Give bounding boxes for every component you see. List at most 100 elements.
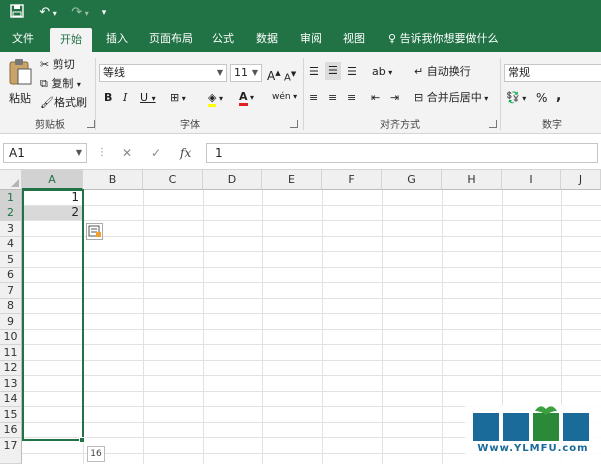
row-header-2[interactable]: 2 bbox=[0, 206, 22, 221]
column-header-i[interactable]: I bbox=[502, 170, 561, 190]
gridline bbox=[22, 251, 601, 252]
merge-center-button[interactable]: ⊟ 合并后居中 ▾ bbox=[414, 90, 488, 107]
paste-button[interactable]: 粘贴 bbox=[6, 58, 34, 110]
row-header-1[interactable]: 1 bbox=[0, 190, 22, 206]
orientation-button[interactable]: ab ▾ bbox=[372, 64, 392, 81]
number-format-combo[interactable]: 常规 bbox=[504, 64, 601, 82]
fill-color-button[interactable]: ◈ ▾ bbox=[208, 90, 223, 107]
tab-view[interactable]: 视图 bbox=[336, 26, 372, 52]
increase-indent-button[interactable]: ⇥ bbox=[390, 90, 399, 106]
column-header-b[interactable]: B bbox=[83, 170, 143, 190]
row-header-6[interactable]: 6 bbox=[0, 268, 22, 283]
column-header-d[interactable]: D bbox=[203, 170, 262, 190]
tab-data[interactable]: 数据 bbox=[248, 26, 286, 52]
copy-button[interactable]: ⧉ 复制 ▾ bbox=[40, 76, 81, 93]
row-header-16[interactable]: 16 bbox=[0, 423, 22, 438]
accounting-format-button[interactable]: 💱 ▾ bbox=[506, 90, 526, 107]
column-header-a[interactable]: A bbox=[22, 170, 83, 190]
fill-handle[interactable] bbox=[79, 437, 85, 443]
align-center-button[interactable]: ≡ bbox=[328, 90, 337, 106]
row-header-13[interactable]: 13 bbox=[0, 376, 22, 392]
shrink-font-button[interactable]: A▼ bbox=[284, 66, 296, 86]
chevron-down-icon: ▼ bbox=[216, 68, 223, 77]
column-header-g[interactable]: G bbox=[382, 170, 442, 190]
percent-button[interactable]: % bbox=[536, 90, 547, 106]
align-left-button[interactable]: ≡ bbox=[309, 90, 318, 106]
font-name-combo[interactable]: 等线 ▼ bbox=[99, 64, 227, 82]
phonetic-button[interactable]: wén ▾ bbox=[272, 89, 297, 105]
merge-icon: ⊟ bbox=[414, 91, 424, 104]
comma-button[interactable]: , bbox=[556, 88, 561, 104]
watermark-logo: Www.YLMFU.com bbox=[465, 405, 601, 464]
font-size-combo[interactable]: 11 ▼ bbox=[230, 64, 262, 82]
tab-file[interactable]: 文件 bbox=[4, 26, 42, 52]
align-right-button[interactable]: ≡ bbox=[347, 90, 356, 106]
align-middle-icon: ☰ bbox=[328, 64, 338, 77]
row-header-10[interactable]: 10 bbox=[0, 330, 22, 345]
enter-icon[interactable]: ✓ bbox=[151, 143, 161, 163]
grow-font-button[interactable]: A▲ bbox=[267, 65, 281, 84]
row-header-17[interactable]: 17 bbox=[0, 438, 22, 464]
currency-icon: 💱 bbox=[506, 91, 520, 104]
align-middle-button[interactable]: ☰ bbox=[325, 62, 341, 80]
row-header-9[interactable]: 9 bbox=[0, 314, 22, 330]
alignment-launcher-icon[interactable] bbox=[489, 120, 497, 128]
gridline bbox=[22, 375, 601, 376]
tab-formulas[interactable]: 公式 bbox=[206, 26, 240, 52]
autofill-options-icon[interactable] bbox=[86, 223, 103, 240]
excel-window: ↶ ▾ ↷ ▾ ▾ 文件 开始 插入 页面布局 公式 数据 审阅 视图 ♀ 告诉… bbox=[0, 0, 601, 464]
tell-me-box[interactable]: ♀ 告诉我你想要做什么 bbox=[388, 26, 499, 52]
align-top-button[interactable]: ☰ bbox=[309, 64, 319, 80]
cancel-icon[interactable]: ✕ bbox=[122, 143, 132, 163]
font-launcher-icon[interactable] bbox=[290, 120, 298, 128]
name-box[interactable]: A1 ▼ bbox=[3, 143, 87, 163]
column-header-c[interactable]: C bbox=[143, 170, 203, 190]
row-header-11[interactable]: 11 bbox=[0, 345, 22, 361]
wrap-text-button[interactable]: ↵ 自动换行 bbox=[414, 64, 471, 80]
formula-input[interactable]: 1 bbox=[206, 143, 598, 163]
undo-icon[interactable]: ↶ ▾ bbox=[34, 4, 62, 22]
row-header-12[interactable]: 12 bbox=[0, 361, 22, 376]
decrease-indent-button[interactable]: ⇤ bbox=[371, 90, 380, 106]
align-top-icon: ☰ bbox=[309, 65, 319, 78]
row-header-5[interactable]: 5 bbox=[0, 252, 22, 268]
gridline bbox=[22, 360, 601, 361]
format-painter-label: 格式刷 bbox=[53, 96, 87, 109]
row-header-8[interactable]: 8 bbox=[0, 299, 22, 314]
column-header-f[interactable]: F bbox=[322, 170, 382, 190]
align-bottom-button[interactable]: ☰ bbox=[347, 64, 357, 80]
divider bbox=[95, 58, 96, 130]
row-header-15[interactable]: 15 bbox=[0, 407, 22, 423]
bold-button[interactable]: B bbox=[104, 90, 112, 106]
row-header-3[interactable]: 3 bbox=[0, 221, 22, 237]
row-header-4[interactable]: 4 bbox=[0, 237, 22, 252]
column-header-e[interactable]: E bbox=[262, 170, 322, 190]
drag-handle-icon[interactable]: ⋮ bbox=[97, 143, 107, 163]
tab-page-layout[interactable]: 页面布局 bbox=[142, 26, 200, 52]
clipboard-icon bbox=[9, 59, 32, 85]
decrease-indent-icon: ⇤ bbox=[371, 91, 381, 104]
font-color-button[interactable]: A ▾ bbox=[239, 89, 254, 106]
column-header-j[interactable]: J bbox=[561, 170, 601, 190]
underline-label: U bbox=[140, 91, 149, 104]
tab-review[interactable]: 审阅 bbox=[294, 26, 328, 52]
paintbrush-icon: 🖌 bbox=[40, 96, 54, 109]
gridline bbox=[22, 267, 601, 268]
tab-home[interactable]: 开始 bbox=[50, 28, 92, 52]
border-button[interactable]: ⊞ ▾ bbox=[170, 90, 186, 107]
tell-me-text: 告诉我你想要做什么 bbox=[399, 32, 499, 45]
save-icon[interactable] bbox=[8, 4, 26, 22]
clipboard-launcher-icon[interactable] bbox=[87, 120, 95, 128]
tab-insert[interactable]: 插入 bbox=[98, 26, 136, 52]
redo-icon[interactable]: ↷ ▾ bbox=[66, 4, 94, 22]
insert-function-icon[interactable]: fx bbox=[180, 143, 191, 163]
column-header-h[interactable]: H bbox=[442, 170, 502, 190]
select-all-corner[interactable] bbox=[0, 170, 22, 190]
underline-button[interactable]: U ▾ bbox=[140, 90, 156, 107]
row-header-14[interactable]: 14 bbox=[0, 392, 22, 407]
italic-button[interactable]: I bbox=[123, 90, 127, 106]
format-painter-button[interactable]: 🖌格式刷 bbox=[40, 95, 87, 111]
cut-button[interactable]: ✂ 剪切 bbox=[40, 57, 75, 73]
row-header-7[interactable]: 7 bbox=[0, 283, 22, 299]
customize-icon[interactable]: ▾ bbox=[98, 4, 110, 22]
